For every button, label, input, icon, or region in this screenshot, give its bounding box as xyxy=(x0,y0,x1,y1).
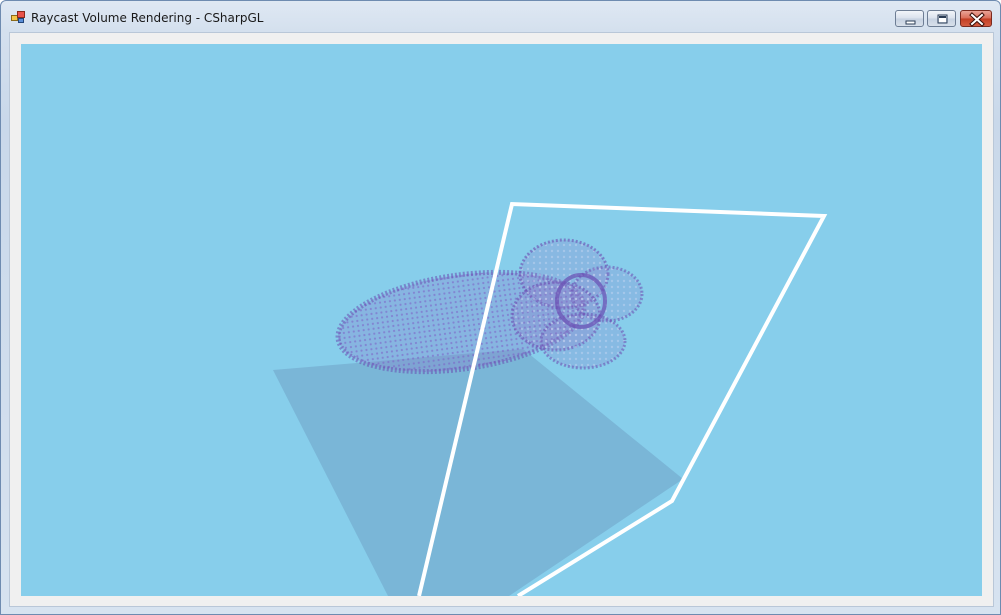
minimize-icon xyxy=(905,20,916,25)
maximize-button[interactable] xyxy=(927,10,956,27)
render-scene[interactable] xyxy=(21,44,982,596)
close-icon xyxy=(969,12,985,27)
app-window-icon xyxy=(11,11,25,23)
window-title: Raycast Volume Rendering - CSharpGL xyxy=(31,11,264,25)
shadow-plane xyxy=(273,349,683,596)
minimize-button[interactable] xyxy=(895,10,924,27)
render-viewport[interactable] xyxy=(21,44,982,596)
close-button[interactable] xyxy=(960,10,992,27)
title-bar[interactable]: Raycast Volume Rendering - CSharpGL xyxy=(1,1,1000,33)
maximize-icon xyxy=(937,14,948,24)
app-window: Raycast Volume Rendering - CSharpGL xyxy=(0,0,1001,615)
